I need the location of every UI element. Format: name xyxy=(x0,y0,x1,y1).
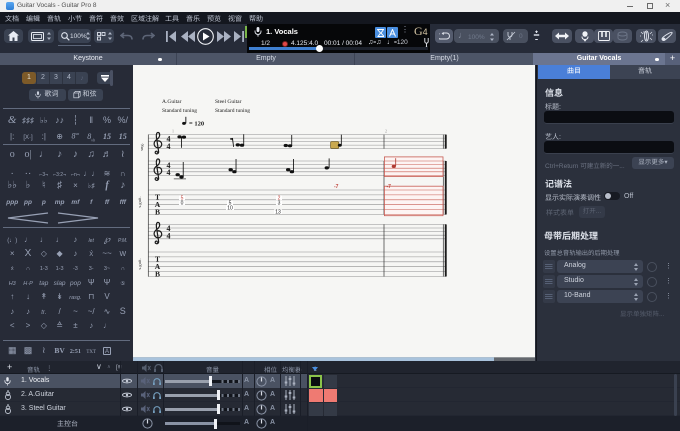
svg-text:B: B xyxy=(155,208,160,217)
svg-text:1: 1 xyxy=(172,129,174,134)
svg-text:10: 10 xyxy=(227,206,233,212)
svg-text:-7: -7 xyxy=(387,184,392,190)
svg-text:= 120: = 120 xyxy=(189,121,204,128)
svg-text:Standard tuning: Standard tuning xyxy=(162,108,197,114)
svg-text:s.guit.: s.guit. xyxy=(137,196,142,207)
svg-text:3: 3 xyxy=(278,201,281,207)
svg-text:B: B xyxy=(155,270,160,279)
svg-text:Steel Guitar: Steel Guitar xyxy=(215,99,242,105)
svg-text:-7: -7 xyxy=(334,184,339,190)
svg-text:s.guit.: s.guit. xyxy=(137,258,142,269)
svg-text:4: 4 xyxy=(167,232,171,241)
svg-text:sng.: sng. xyxy=(139,143,144,151)
svg-text:A.Guitar: A.Guitar xyxy=(162,99,182,105)
svg-text:Standard tuning: Standard tuning xyxy=(215,108,250,114)
svg-text:2: 2 xyxy=(385,129,387,134)
svg-text:13: 13 xyxy=(275,209,281,215)
svg-text:4: 4 xyxy=(167,168,171,177)
svg-text:4: 4 xyxy=(167,142,171,151)
svg-text:0: 0 xyxy=(181,201,184,207)
